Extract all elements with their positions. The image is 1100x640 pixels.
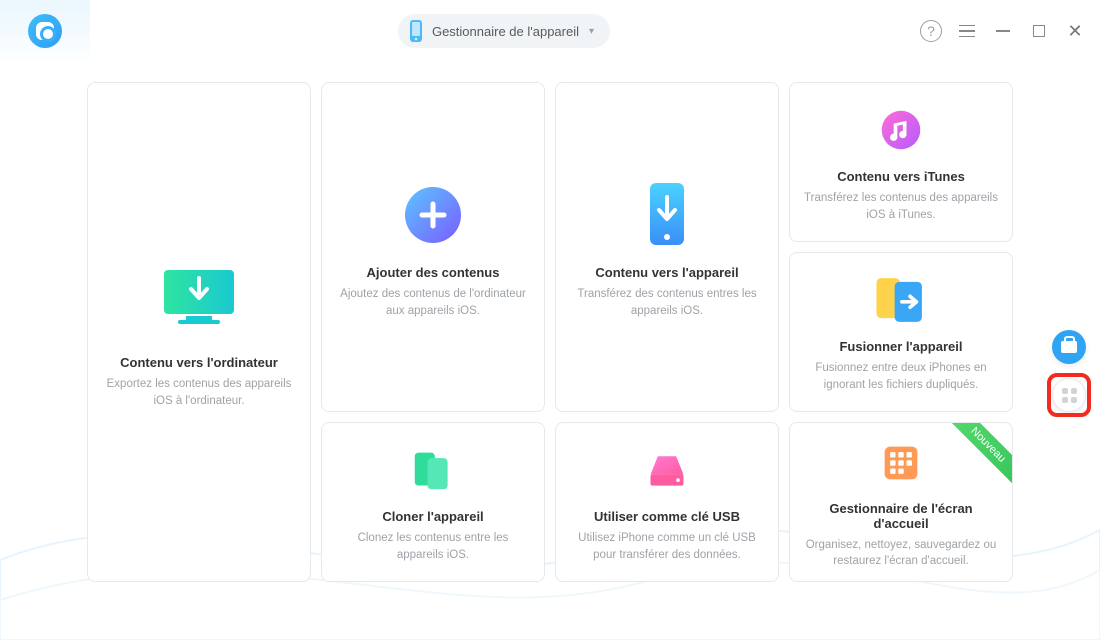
usb-drive-icon <box>645 441 689 499</box>
maximize-icon <box>1033 25 1045 37</box>
card-title: Fusionner l'appareil <box>839 339 962 354</box>
home-screen-manager-icon <box>879 435 923 491</box>
menu-button[interactable] <box>954 18 980 44</box>
content-to-computer-icon <box>158 255 240 345</box>
card-title: Cloner l'appareil <box>382 509 483 524</box>
app-logo <box>28 14 62 48</box>
briefcase-icon <box>1061 341 1077 353</box>
card-content-to-itunes[interactable]: Contenu vers iTunes Transférez les conten… <box>789 82 1013 242</box>
content-to-itunes-icon <box>879 101 923 159</box>
card-desc: Clonez les contenus entre les appareils … <box>336 530 530 562</box>
card-title: Gestionnaire de l'écran d'accueil <box>804 501 998 531</box>
hamburger-icon <box>959 25 975 38</box>
category-grid-button[interactable] <box>1052 378 1086 412</box>
content-to-device-icon <box>642 175 692 255</box>
toolbox-button[interactable] <box>1052 330 1086 364</box>
card-home-screen-manager[interactable]: Gestionnaire de l'écran d'accueil Organis… <box>789 422 1013 582</box>
side-dock <box>1052 330 1086 412</box>
add-content-icon <box>402 175 464 255</box>
card-title: Contenu vers l'ordinateur <box>120 355 278 370</box>
card-add-content[interactable]: Ajouter des contenus Ajoutez des contenus… <box>321 82 545 412</box>
close-icon: ✕ <box>1067 22 1082 40</box>
card-clone-device[interactable]: Cloner l'appareil Clonez les contenus ent… <box>321 422 545 582</box>
card-content-to-device[interactable]: Contenu vers l'appareil Transférez des co… <box>555 82 779 412</box>
close-button[interactable]: ✕ <box>1062 18 1088 44</box>
chevron-down-icon: ▾ <box>589 26 594 37</box>
card-desc: Ajoutez des contenus de l'ordinateur aux… <box>336 286 530 318</box>
minimize-icon <box>996 30 1010 32</box>
feature-grid: Contenu vers l'ordinateur Exportez les co… <box>0 62 1100 592</box>
help-icon: ? <box>920 20 942 42</box>
maximize-button[interactable] <box>1026 18 1052 44</box>
card-desc: Transférez les contenus des appareils iO… <box>804 190 998 222</box>
new-badge: Nouveau <box>944 422 1013 489</box>
grid-icon <box>1062 388 1077 403</box>
card-desc: Exportez les contenus des appareils iOS … <box>102 376 296 408</box>
merge-device-icon <box>871 271 931 329</box>
card-desc: Fusionnez entre deux iPhones en ignorant… <box>804 360 998 392</box>
card-title: Ajouter des contenus <box>367 265 500 280</box>
card-title: Contenu vers l'appareil <box>595 265 738 280</box>
card-title: Utiliser comme clé USB <box>594 509 740 524</box>
window-header: Gestionnaire de l'appareil ▾ ? ✕ <box>0 0 1100 62</box>
card-merge-device[interactable]: Fusionner l'appareil Fusionnez entre deux… <box>789 252 1013 412</box>
clone-device-icon <box>409 441 457 499</box>
logo-area <box>0 0 90 62</box>
card-content-to-computer[interactable]: Contenu vers l'ordinateur Exportez les co… <box>87 82 311 582</box>
device-manager-dropdown[interactable]: Gestionnaire de l'appareil ▾ <box>398 14 610 48</box>
card-title: Contenu vers iTunes <box>837 169 965 184</box>
device-label: Gestionnaire de l'appareil <box>432 24 579 39</box>
card-desc: Transférez des contenus entres les appar… <box>570 286 764 318</box>
minimize-button[interactable] <box>990 18 1016 44</box>
phone-icon <box>408 20 424 42</box>
card-usb-drive[interactable]: Utiliser comme clé USB Utilisez iPhone co… <box>555 422 779 582</box>
help-button[interactable]: ? <box>918 18 944 44</box>
card-desc: Utilisez iPhone comme un clé USB pour tr… <box>570 530 764 562</box>
card-desc: Organisez, nettoyez, sauvegardez ou rest… <box>804 537 998 569</box>
